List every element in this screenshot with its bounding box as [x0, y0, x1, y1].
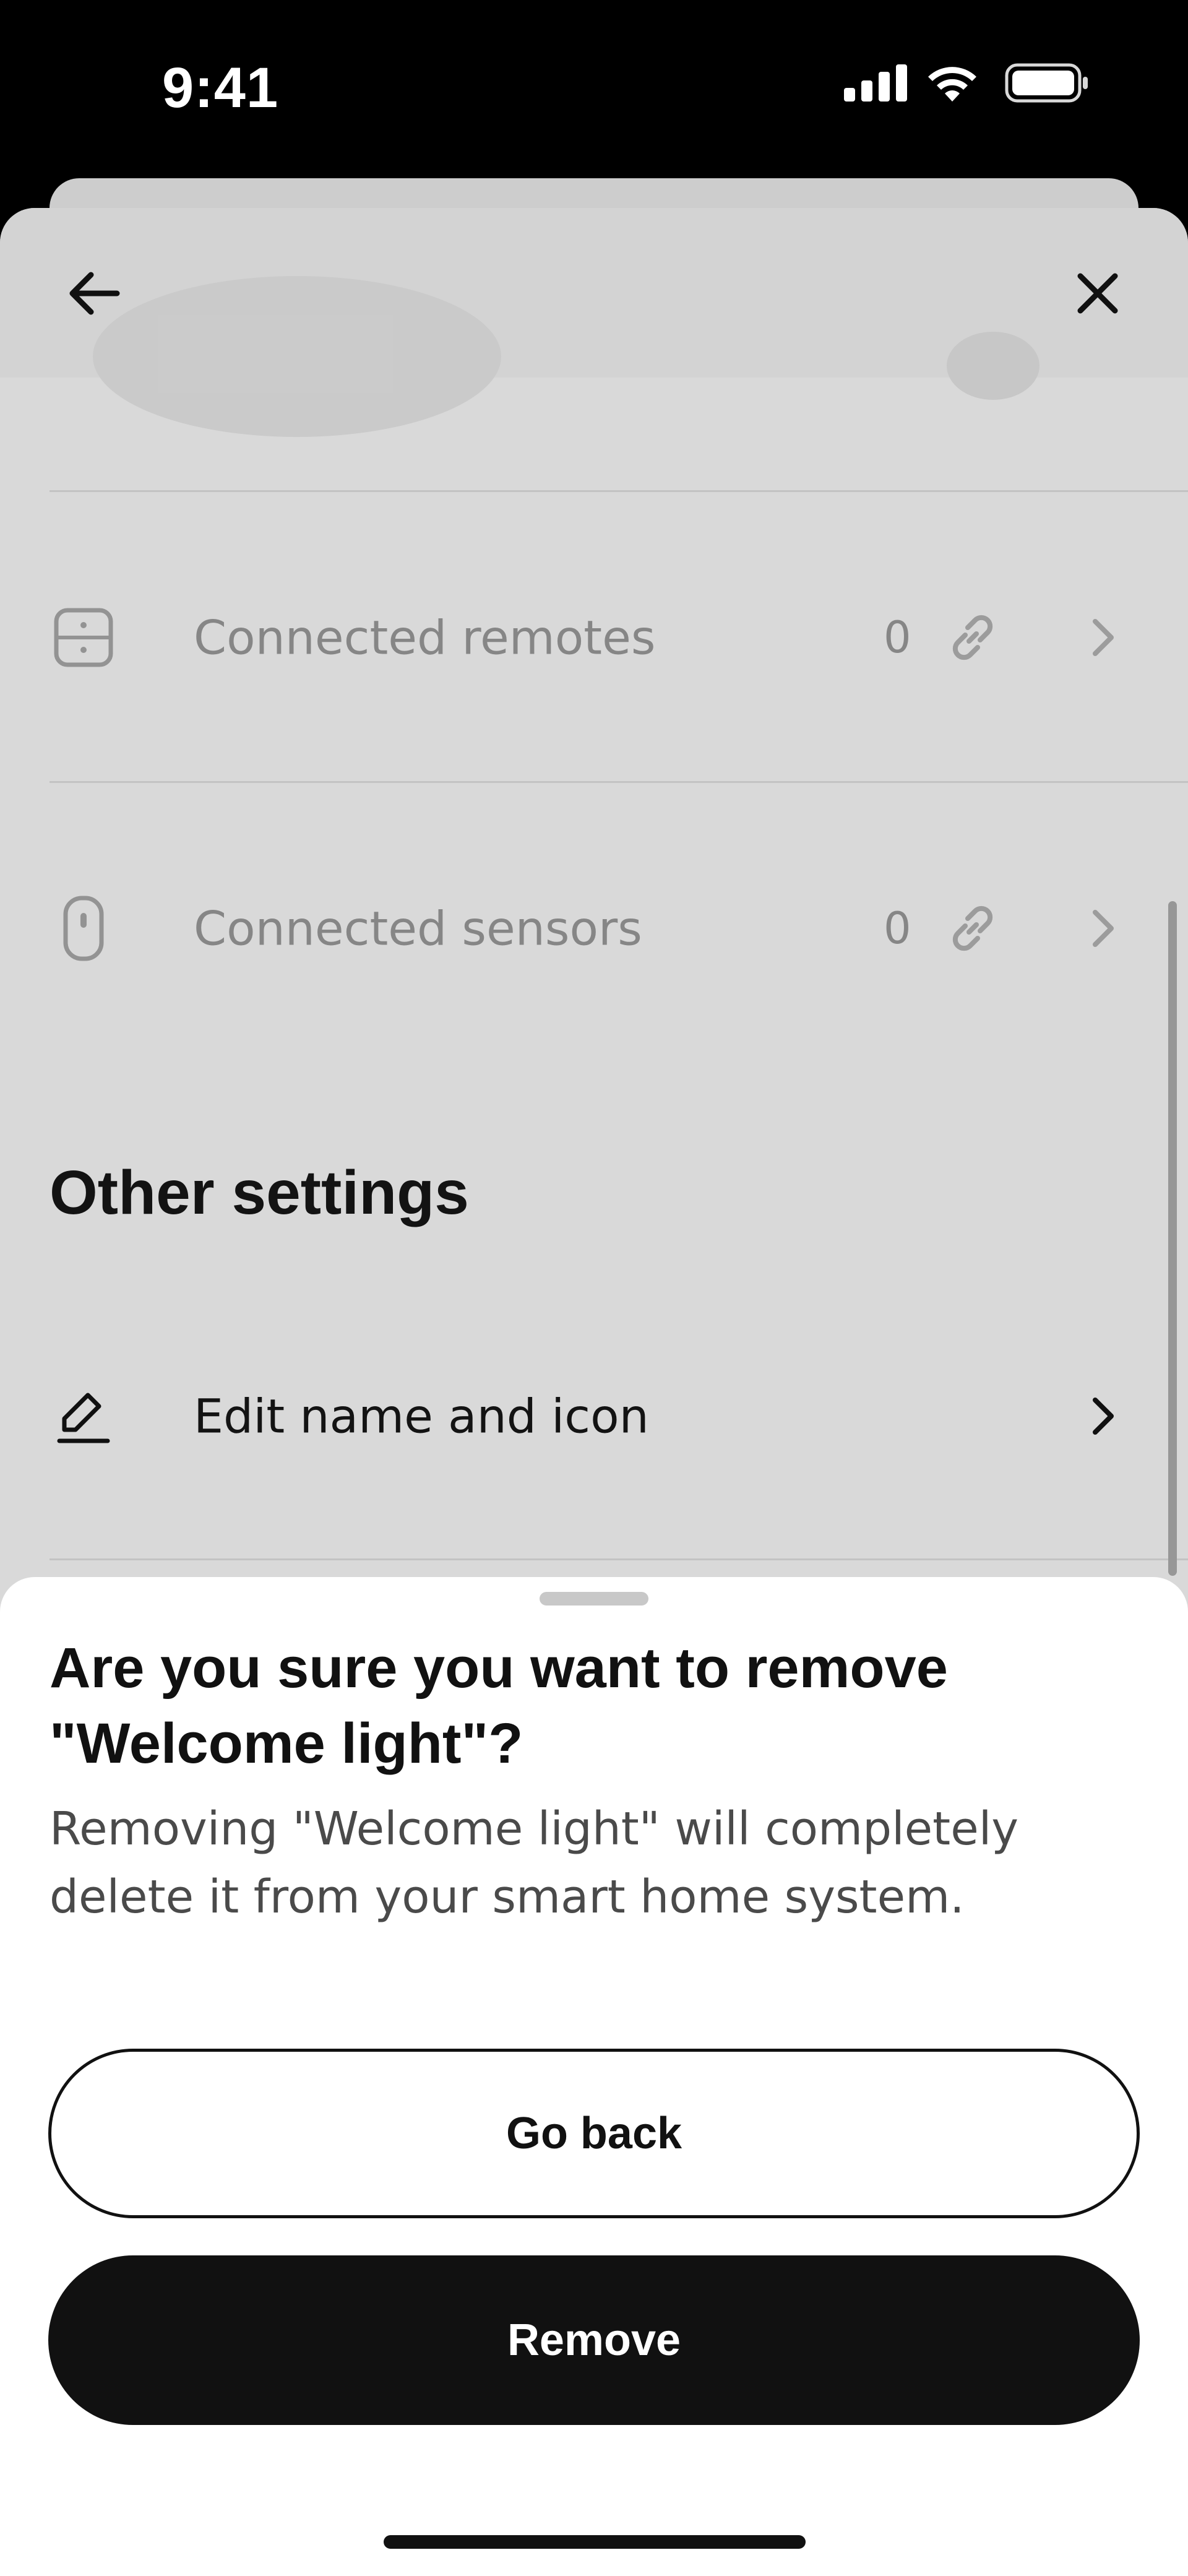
dialog-message: Removing "Welcome light" will completely…	[50, 1802, 1019, 1924]
dialog-title: Are you sure you want to remove "Welcome…	[50, 1636, 948, 1775]
remove-confirmation-dialog: Are you sure you want to remove "Welcome…	[0, 1577, 1188, 2576]
status-time: 9:41	[162, 56, 279, 119]
cellular-signal-icon	[844, 64, 907, 102]
drag-handle[interactable]	[540, 1592, 648, 1606]
wifi-icon	[928, 67, 976, 102]
remove-button[interactable]: Remove	[48, 2255, 1140, 2425]
home-indicator	[384, 2535, 806, 2549]
go-back-button[interactable]: Go back	[48, 2049, 1140, 2218]
status-bar: 9:41	[0, 0, 1188, 179]
battery-icon	[1005, 63, 1088, 103]
